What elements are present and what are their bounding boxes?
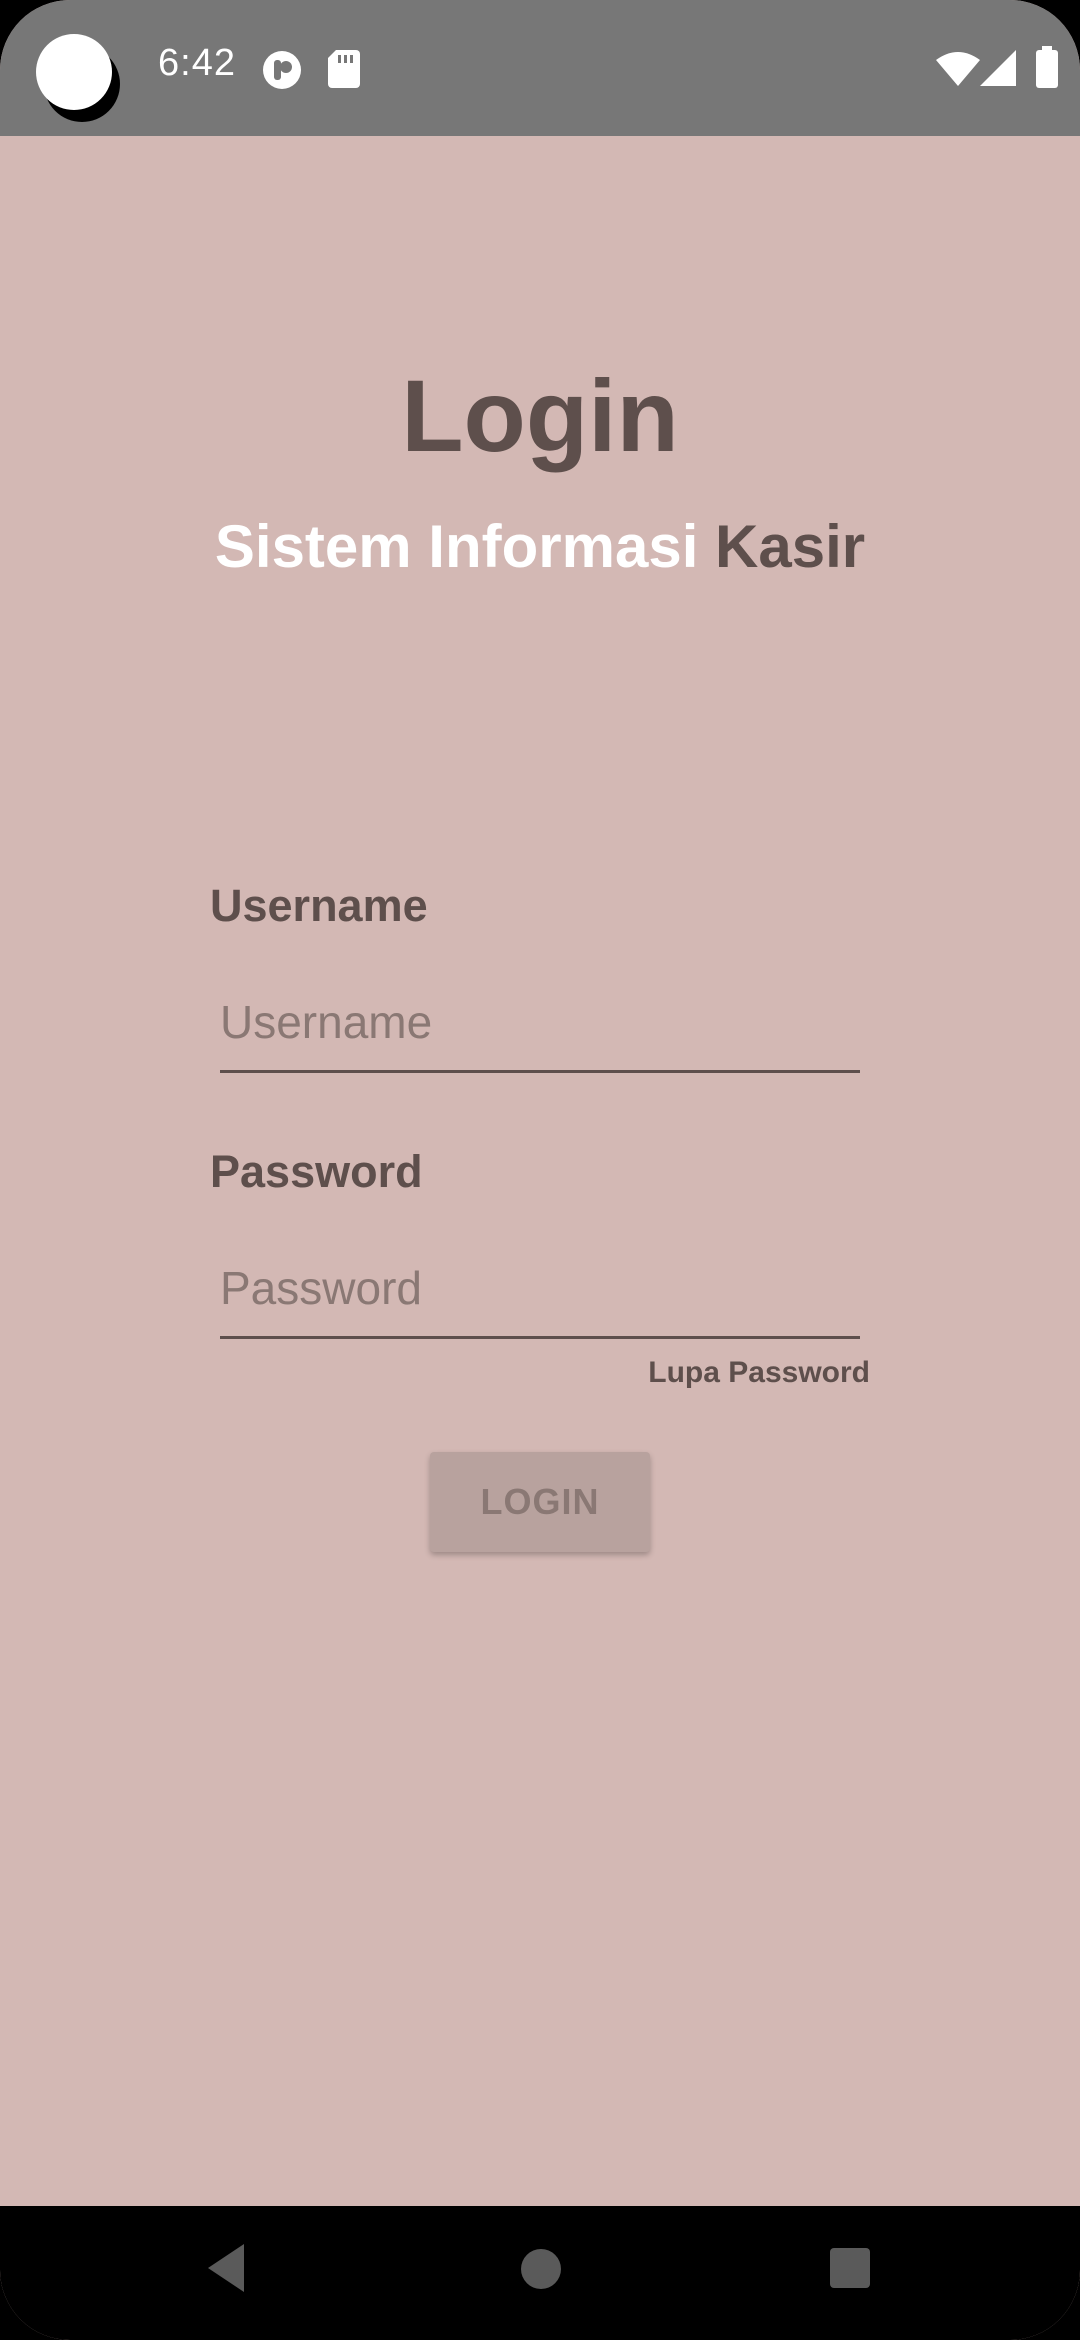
sd-card-icon	[328, 50, 360, 88]
wifi-icon	[936, 52, 980, 86]
login-button[interactable]: LOGIN	[430, 1452, 650, 1552]
battery-icon	[1036, 46, 1058, 88]
status-bar: 6:42	[0, 0, 1080, 136]
username-label: Username	[210, 880, 428, 931]
home-icon[interactable]	[520, 2242, 562, 2294]
camera-cutout-icon	[36, 34, 112, 110]
forgot-password-link[interactable]: Lupa Password	[648, 1356, 870, 1390]
status-time: 6:42	[158, 42, 236, 84]
page-title: Login	[401, 359, 679, 473]
back-icon[interactable]	[204, 2242, 250, 2294]
page-subtitle: Sistem Informasi Kasir	[0, 512, 1080, 581]
signal-icon	[980, 50, 1016, 86]
password-input[interactable]	[220, 1248, 860, 1339]
recents-icon[interactable]	[828, 2242, 872, 2294]
navigation-bar	[0, 2206, 1080, 2340]
password-label: Password	[210, 1146, 423, 1197]
subtitle-dark-text: Kasir	[715, 513, 866, 580]
username-input[interactable]	[220, 982, 860, 1073]
app-notification-icon	[263, 51, 301, 89]
screen: 6:42 Login Sistem Informasi Kasir Userna…	[0, 0, 1080, 2340]
subtitle-light-text: Sistem Informasi	[214, 513, 716, 580]
